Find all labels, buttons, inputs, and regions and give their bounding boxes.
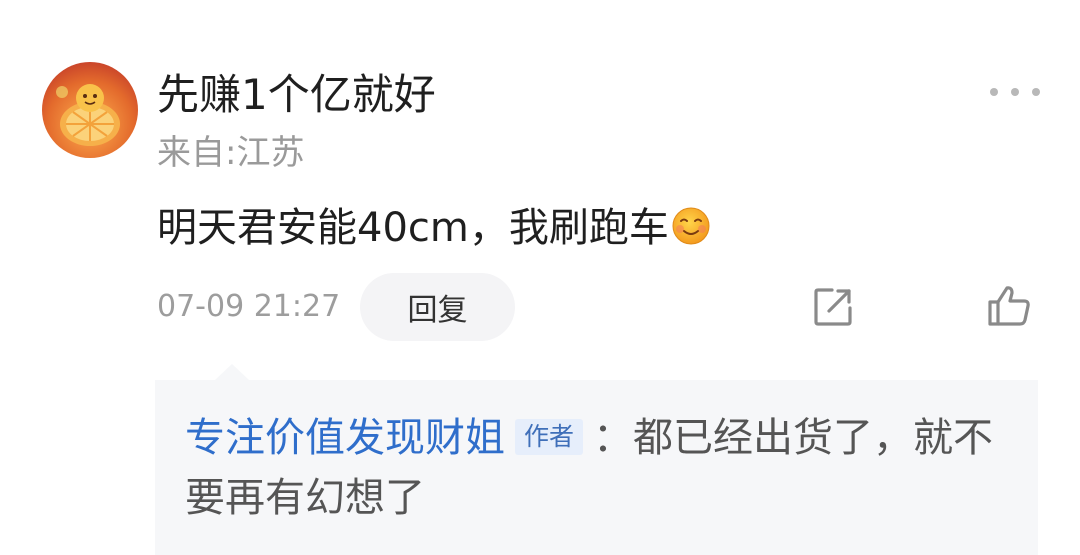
- more-dot: [1011, 88, 1019, 96]
- timestamp: 07-09 21:27: [157, 289, 341, 324]
- sub-reply[interactable]: 专注价值发现财姐 作者 ：都已经出货了，就不要再有幻想了: [185, 408, 1030, 528]
- location-label: 来自:江苏: [157, 133, 305, 173]
- reply-button[interactable]: 回复: [360, 273, 515, 341]
- reply-separator: ：: [593, 415, 634, 461]
- more-dot: [1032, 88, 1040, 96]
- share-icon[interactable]: [812, 286, 854, 328]
- author-badge: 作者: [515, 419, 584, 455]
- reply-box-pointer: [215, 364, 249, 380]
- avatar[interactable]: [42, 62, 138, 158]
- more-dot: [990, 88, 998, 96]
- username[interactable]: 先赚1个亿就好: [157, 68, 436, 122]
- reply-author-name[interactable]: 专注价值发现财姐: [185, 415, 505, 461]
- more-icon[interactable]: [990, 80, 1040, 104]
- thumbs-up-icon[interactable]: [986, 284, 1032, 328]
- orange-avatar-image: [56, 84, 120, 146]
- smile-emoji-icon: [672, 207, 710, 245]
- comment-text-row: 明天君安能40cm，我刷跑车: [157, 200, 711, 256]
- comment-text: 明天君安能40cm，我刷跑车: [157, 205, 669, 251]
